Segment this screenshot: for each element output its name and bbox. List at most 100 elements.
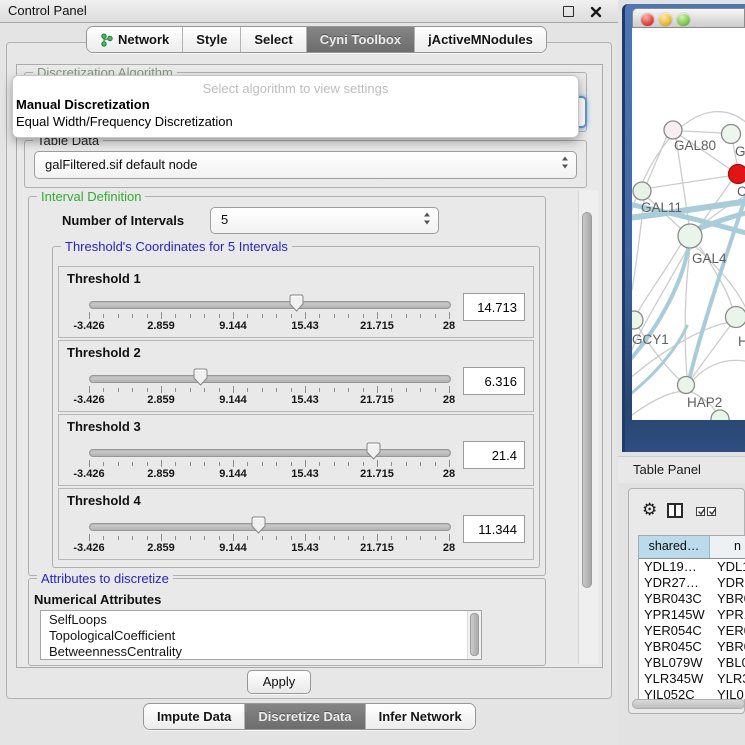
table-row[interactable]: YER054CYER0 bbox=[639, 623, 745, 639]
threshold-value-input[interactable]: 11.344 bbox=[463, 515, 525, 543]
network-node-h[interactable] bbox=[726, 307, 745, 328]
tick bbox=[406, 462, 407, 466]
checkbox-column-icon[interactable] bbox=[696, 507, 705, 516]
threshold-slider-3[interactable]: -3.4262.8599.14415.4321.71528 bbox=[89, 443, 449, 481]
tick bbox=[204, 388, 205, 392]
threshold-value-input[interactable]: 6.316 bbox=[463, 367, 525, 395]
tick bbox=[319, 314, 320, 318]
cell-name: YLR3 bbox=[709, 671, 745, 687]
network-node-gal80[interactable] bbox=[664, 121, 682, 139]
network-node-ga[interactable] bbox=[722, 125, 741, 144]
threshold-slider-1[interactable]: -3.4262.8599.14415.4321.71528 bbox=[89, 295, 449, 333]
tab-select[interactable]: Select bbox=[240, 27, 305, 52]
checkbox-column-icon[interactable] bbox=[707, 507, 716, 516]
table-row[interactable]: YDL19…YDL1 bbox=[639, 559, 745, 575]
tab-discretize-data[interactable]: Discretize Data bbox=[244, 704, 364, 729]
tick bbox=[305, 312, 306, 319]
slider-track[interactable] bbox=[89, 301, 451, 309]
threshold-value-input[interactable]: 21.4 bbox=[463, 441, 525, 469]
tick-label: 15.43 bbox=[291, 542, 319, 554]
network-node-hap2[interactable] bbox=[678, 377, 695, 394]
slider-thumb[interactable] bbox=[366, 442, 381, 460]
table-row[interactable]: YBR043CYBR0 bbox=[639, 591, 745, 607]
tick bbox=[204, 536, 205, 540]
attribute-item-betweennesscentrality[interactable]: BetweennessCentrality bbox=[41, 643, 481, 659]
number-of-intervals-label: Number of Intervals bbox=[62, 213, 184, 228]
threshold-label: Threshold 1 bbox=[67, 271, 141, 286]
tick bbox=[233, 534, 234, 541]
threshold-box-3: Threshold 3-3.4262.8599.14415.4321.71528… bbox=[58, 414, 534, 486]
thresholds-group-title: Threshold's Coordinates for 5 Intervals bbox=[61, 239, 292, 254]
table-row[interactable]: YDR27…YDR2 bbox=[639, 575, 745, 591]
tab-jactivemnodules[interactable]: jActiveMNodules bbox=[414, 27, 546, 52]
attributes-scrollbar-track[interactable] bbox=[467, 611, 481, 659]
split-view-icon[interactable] bbox=[667, 503, 683, 518]
tick bbox=[406, 536, 407, 540]
algorithm-option-equal-width-frequency-discretization[interactable]: Equal Width/Frequency Discretization bbox=[13, 113, 578, 130]
tick bbox=[276, 462, 277, 466]
window-minimize-icon[interactable] bbox=[659, 13, 672, 26]
slider-track[interactable] bbox=[89, 523, 451, 531]
tab-label: Cyni Toolbox bbox=[320, 27, 401, 52]
table-row[interactable]: YBR045CYBR0 bbox=[639, 639, 745, 655]
tick bbox=[391, 388, 392, 392]
attribute-item-selfloops[interactable]: SelfLoops bbox=[41, 611, 481, 627]
window-zoom-icon[interactable] bbox=[677, 13, 690, 26]
attributes-scrollbar-thumb[interactable] bbox=[470, 613, 479, 656]
threshold-value-input[interactable]: 14.713 bbox=[463, 293, 525, 321]
network-canvas[interactable]: GAL80GACGAL11GAL4GCY1HHAP2 bbox=[632, 28, 745, 420]
column-header-name[interactable]: n bbox=[710, 536, 745, 558]
tab-cyni-toolbox[interactable]: Cyni Toolbox bbox=[306, 27, 414, 52]
apply-button[interactable]: Apply bbox=[247, 670, 311, 694]
slider-track[interactable] bbox=[89, 375, 451, 383]
table-row[interactable]: YLR345WYLR3 bbox=[639, 671, 745, 687]
tick bbox=[420, 536, 421, 540]
table-data-combobox[interactable]: galFiltered.sif default node bbox=[34, 151, 577, 179]
table-hscrollbar-thumb[interactable] bbox=[632, 699, 745, 709]
network-node-c[interactable] bbox=[729, 165, 745, 184]
threshold-slider-4[interactable]: -3.4262.8599.14415.4321.71528 bbox=[89, 517, 449, 555]
tick bbox=[147, 536, 148, 540]
cell-shared-name: YLR345W bbox=[639, 671, 709, 687]
tick bbox=[219, 388, 220, 392]
number-of-intervals-combobox[interactable]: 5 bbox=[210, 207, 439, 234]
cell-name: YIL0 bbox=[709, 687, 745, 699]
network-node-gcy1[interactable] bbox=[632, 311, 643, 329]
settings-scrollbar-thumb[interactable] bbox=[582, 212, 592, 588]
threshold-label: Threshold 4 bbox=[67, 493, 141, 508]
float-icon[interactable] bbox=[563, 6, 574, 17]
window-close-icon[interactable] bbox=[641, 13, 654, 26]
network-node[interactable] bbox=[711, 410, 729, 420]
cell-shared-name: YDR27… bbox=[639, 575, 709, 591]
slider-thumb[interactable] bbox=[289, 294, 304, 312]
table-row[interactable]: YPR145WYPR1 bbox=[639, 607, 745, 623]
numerical-attributes-list[interactable]: SelfLoopsTopologicalCoefficientBetweenne… bbox=[40, 610, 482, 660]
slider-thumb[interactable] bbox=[193, 368, 208, 386]
threshold-slider-2[interactable]: -3.4262.8599.14415.4321.71528 bbox=[89, 369, 449, 407]
table-row[interactable]: YBL079WYBL0 bbox=[639, 655, 745, 671]
tick-label: 9.144 bbox=[219, 394, 247, 406]
tick-label: 28 bbox=[443, 468, 455, 480]
tick bbox=[161, 534, 162, 541]
tick bbox=[449, 386, 450, 393]
slider-tick-labels: -3.4262.8599.14415.4321.71528 bbox=[89, 468, 449, 480]
slider-thumb[interactable] bbox=[251, 516, 266, 534]
column-header-shared[interactable]: shared… bbox=[639, 536, 710, 558]
tick-label: 28 bbox=[443, 320, 455, 332]
table-row[interactable]: YIL052CYIL0 bbox=[639, 687, 745, 699]
tab-infer-network[interactable]: Infer Network bbox=[365, 704, 475, 729]
tick bbox=[132, 314, 133, 318]
tick-label: 15.43 bbox=[291, 320, 319, 332]
algorithm-option-manual-discretization[interactable]: Manual Discretization bbox=[13, 96, 578, 113]
network-node-gal11[interactable] bbox=[633, 182, 651, 200]
tab-network[interactable]: Network bbox=[87, 27, 182, 52]
slider-track[interactable] bbox=[89, 449, 451, 457]
tab-style[interactable]: Style bbox=[182, 27, 240, 52]
gear-icon[interactable]: ⚙ bbox=[642, 500, 657, 520]
tab-impute-data[interactable]: Impute Data bbox=[144, 704, 244, 729]
close-icon[interactable] bbox=[590, 5, 602, 17]
tick bbox=[348, 536, 349, 540]
attribute-item-topologicalcoefficient[interactable]: TopologicalCoefficient bbox=[41, 627, 481, 643]
network-node-gal4[interactable] bbox=[678, 224, 702, 248]
tick bbox=[161, 460, 162, 467]
